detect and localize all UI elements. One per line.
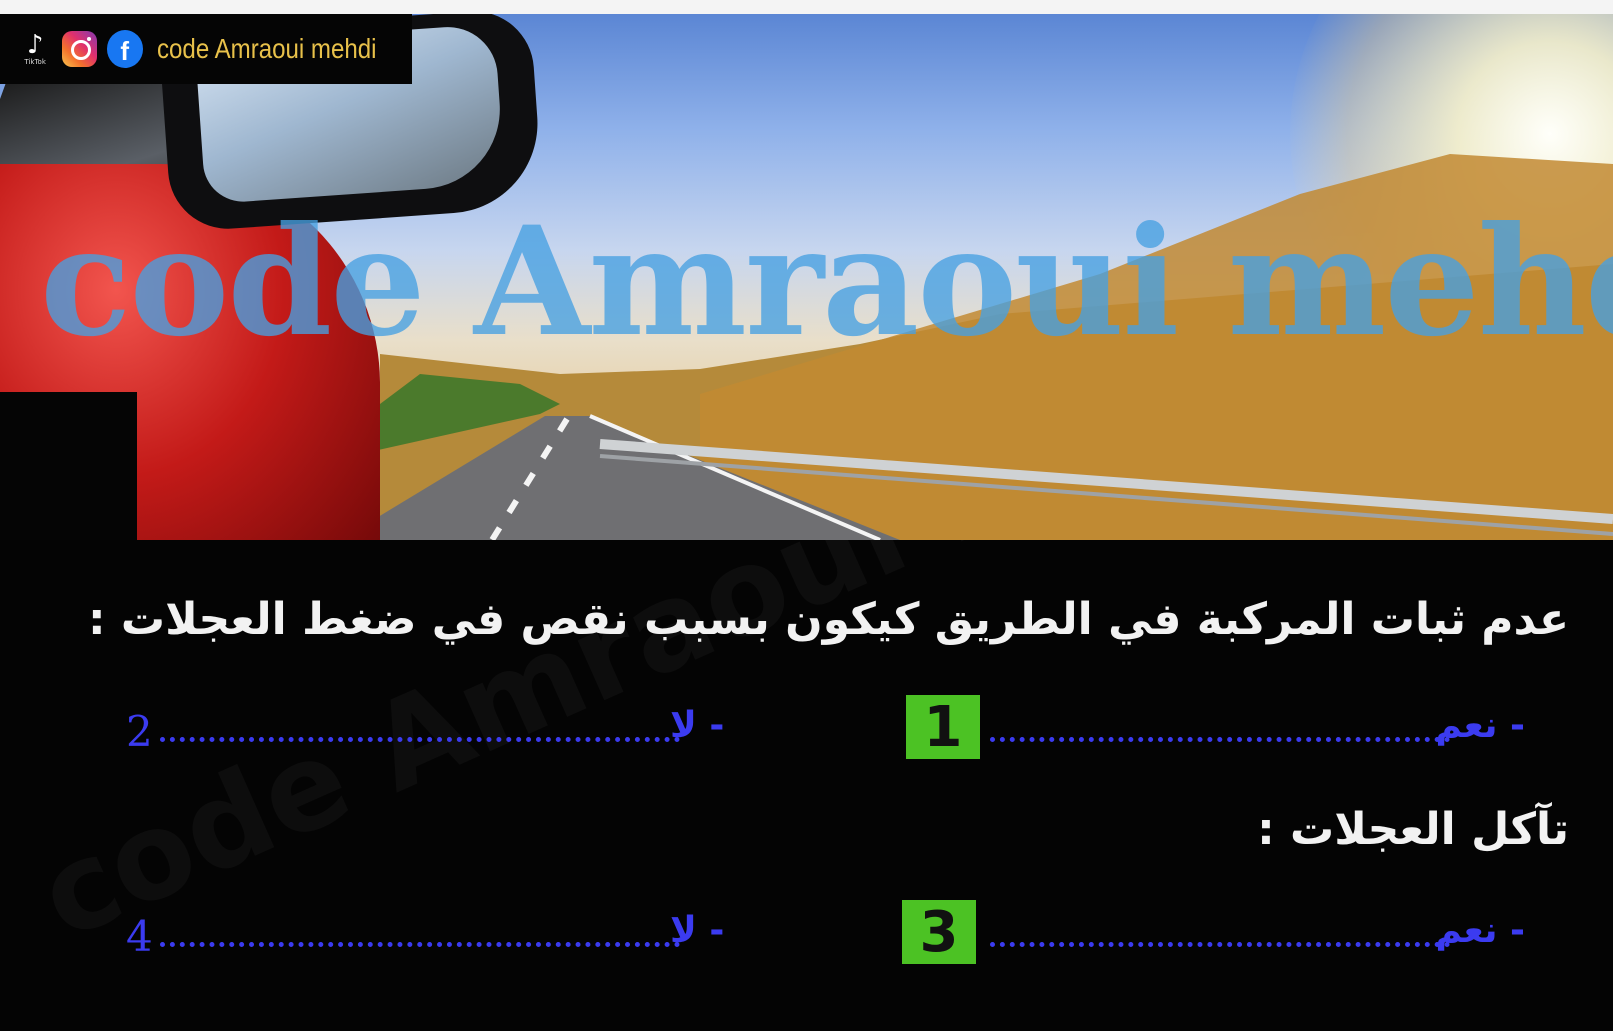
no-dotted-line <box>160 737 680 742</box>
tiktok-tag: TikTok <box>24 58 46 66</box>
yes-number-badge: 1 <box>906 695 980 760</box>
social-bar: ♪ TikTok f code Amraoui mehdi <box>0 14 412 84</box>
facebook-icon[interactable]: f <box>106 30 143 68</box>
dark-overlay-block <box>0 392 137 540</box>
watermark-text: code Amraoui mehdi <box>40 194 1613 370</box>
question-1-text: عدم ثبات المركبة في الطريق كيكون بسبب نق… <box>88 594 1569 645</box>
answer-row-2: - نعم 3 - لا 4 <box>0 900 1613 970</box>
top-strip <box>0 0 1613 14</box>
quiz-panel: code Amraoui mehdi عدم ثبات المركبة في ا… <box>0 540 1613 1031</box>
no-number: 4 <box>126 912 153 961</box>
no-dotted-line <box>160 942 680 947</box>
yes-dotted-line <box>990 942 1450 947</box>
no-number: 2 <box>126 707 153 756</box>
instagram-icon[interactable] <box>62 31 97 67</box>
yes-dotted-line <box>990 737 1450 742</box>
yes-number-badge: 3 <box>902 900 976 965</box>
tiktok-icon[interactable]: ♪ TikTok <box>18 27 52 71</box>
road-banner-image: code Amraoui mehdi <box>0 14 1613 540</box>
question-2-text: تآكل العجلات : <box>1257 804 1569 855</box>
answer-row-1: - نعم 1 - لا 2 <box>0 695 1613 765</box>
channel-name: code Amraoui mehdi <box>156 33 377 64</box>
